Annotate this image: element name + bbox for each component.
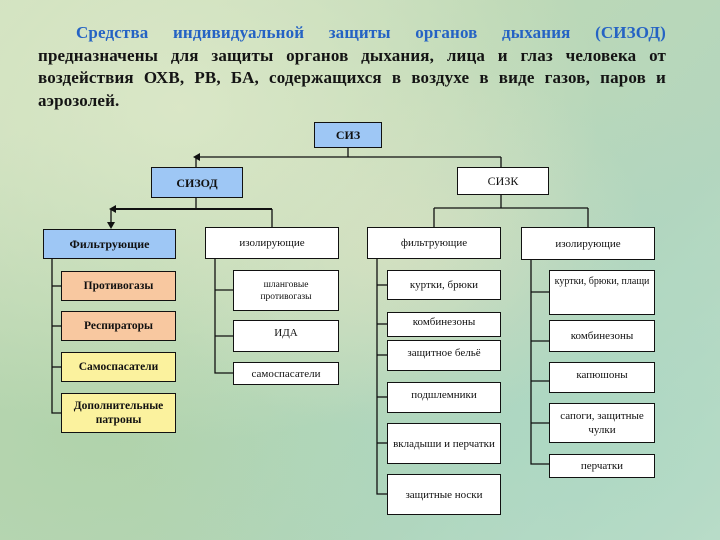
node-label: изолирующие xyxy=(555,237,621,250)
node-label: СИЗОД xyxy=(176,175,218,190)
node-f-inserts-gloves: вкладыши и перчатки xyxy=(387,423,501,464)
node-label: шланговые противогазы xyxy=(260,279,312,302)
node-iso-self-rescuers: самоспасатели xyxy=(233,362,339,385)
node-f-underwear: защитное бельё xyxy=(387,340,501,371)
connector xyxy=(376,259,387,495)
node-label: капюшоны xyxy=(576,369,628,381)
node-label: СИЗК xyxy=(487,174,519,188)
node-label: перчатки xyxy=(580,460,624,472)
node-label: Самоспасатели xyxy=(78,361,159,373)
node-label: комбинезоны xyxy=(412,316,476,328)
node-label: Фильтрующие xyxy=(69,237,150,251)
node-label: вкладыши и перчатки xyxy=(393,437,495,450)
node-extra-cartridges: Дополнительные патроны xyxy=(61,393,176,433)
node-label: самоспасатели xyxy=(251,367,321,380)
node-sizod-isolating: изолирующие xyxy=(205,227,339,259)
node-sizod-filtering: Фильтрующие xyxy=(43,229,176,259)
node-self-rescuers: Самоспасатели xyxy=(61,352,176,382)
node-label: фильтрующие xyxy=(400,237,468,249)
node-i-gloves: перчатки xyxy=(549,454,655,478)
node-hose-gas-masks: шланговые противогазы xyxy=(233,270,339,311)
node-sizod: СИЗОД xyxy=(151,167,243,198)
node-ida: ИДА xyxy=(233,320,339,352)
node-label: куртки, брюки, плащи xyxy=(554,276,650,287)
node-label: изолирующие xyxy=(239,237,305,249)
node-respirators: Респираторы xyxy=(61,311,176,341)
connector xyxy=(530,260,549,465)
node-label: защитное бельё xyxy=(407,347,481,359)
node-gas-masks: Противогазы xyxy=(61,271,176,301)
node-label: сапоги, защитные чулки xyxy=(560,410,644,436)
node-i-hoods: капюшоны xyxy=(549,362,655,393)
node-f-jackets: куртки, брюки xyxy=(387,270,501,300)
node-sizk: СИЗК xyxy=(457,167,549,195)
node-sizk-isolating: изолирующие xyxy=(521,227,655,260)
node-f-balaclavas: подшлемники xyxy=(387,382,501,413)
node-f-overalls: комбинезоны xyxy=(387,312,501,337)
node-i-overalls: комбинезоны xyxy=(549,320,655,352)
node-f-socks: защитные носки xyxy=(387,474,501,515)
arrow-head xyxy=(109,205,116,213)
node-i-jackets: куртки, брюки, плащи xyxy=(549,270,655,315)
connector xyxy=(51,259,61,414)
node-label: ИДА xyxy=(274,327,298,339)
node-label: куртки, брюки xyxy=(409,279,479,291)
node-sizk-filtering: фильтрующие xyxy=(367,227,501,259)
node-label: защитные носки xyxy=(405,488,483,501)
node-label: комбинезоны xyxy=(570,330,634,342)
node-label: Дополнительные патроны xyxy=(73,400,164,426)
node-label: Респираторы xyxy=(84,320,153,332)
arrow-head xyxy=(107,222,115,229)
node-siz: СИЗ xyxy=(314,122,382,148)
node-i-boots: сапоги, защитные чулки xyxy=(549,403,655,443)
node-label: подшлемники xyxy=(411,389,477,401)
node-label: Противогазы xyxy=(83,280,154,292)
node-label: СИЗ xyxy=(335,128,361,142)
connector xyxy=(214,259,233,374)
